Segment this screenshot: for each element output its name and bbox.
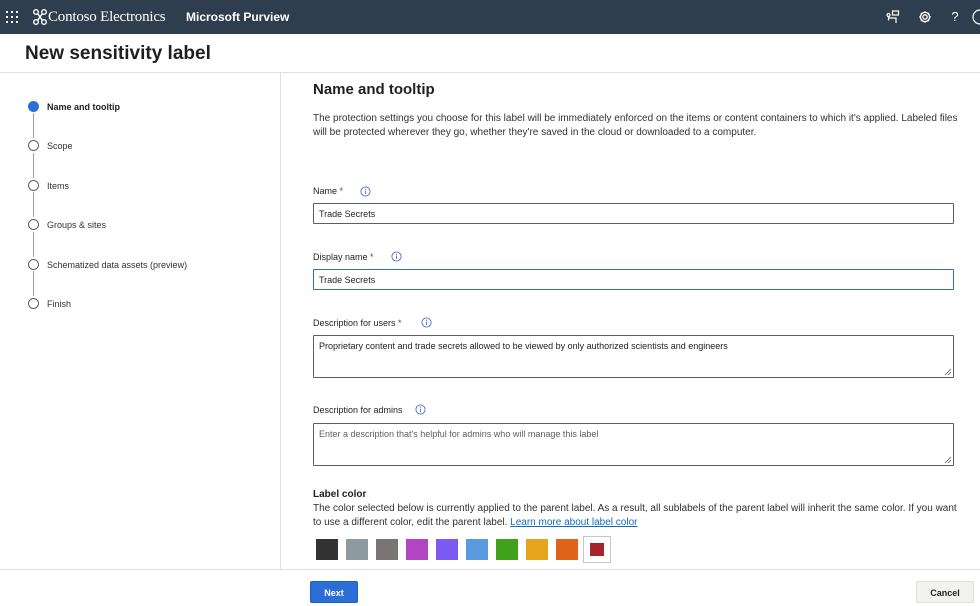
contoso-logo-icon — [33, 9, 47, 25]
name-label: Name * — [313, 186, 344, 196]
intro-text: The protection settings you choose for t… — [313, 113, 958, 138]
account-icon[interactable] — [972, 9, 980, 25]
description-for-users-field[interactable]: Proprietary content and trade secrets al… — [313, 335, 954, 378]
step-label: Scope — [47, 141, 73, 151]
color-swatch[interactable] — [436, 539, 458, 560]
waffle-icon[interactable] — [6, 11, 18, 23]
description-for-admins-label: Description for admins — [313, 405, 403, 415]
info-icon[interactable] — [391, 251, 402, 262]
step-connector — [33, 153, 34, 178]
color-swatch[interactable] — [556, 539, 578, 560]
color-swatch[interactable] — [496, 539, 518, 560]
required-marker: * — [398, 318, 402, 328]
display-name-field[interactable] — [313, 269, 954, 290]
color-swatch[interactable] — [406, 539, 428, 560]
info-icon[interactable] — [360, 186, 371, 197]
step-label: Groups & sites — [47, 220, 107, 230]
step-label: Schematized data assets (preview) — [47, 260, 188, 270]
step-label: Name and tooltip — [47, 102, 121, 112]
info-icon[interactable] — [415, 404, 426, 415]
app-name[interactable]: Microsoft Purview — [186, 10, 289, 24]
step-connector — [33, 271, 34, 296]
brand-name[interactable]: Contoso Electronics — [48, 9, 166, 26]
gear-icon[interactable] — [917, 9, 933, 25]
color-swatch[interactable] — [466, 539, 488, 560]
info-icon[interactable] — [421, 317, 432, 328]
resize-grip-icon[interactable] — [944, 368, 952, 376]
placeholder-text: Enter a description that's helpful for a… — [319, 429, 599, 439]
selected-color-fill — [590, 543, 604, 556]
description-for-admins-field[interactable]: Enter a description that's helpful for a… — [313, 423, 954, 466]
resize-grip-icon[interactable] — [944, 456, 952, 464]
display-name-label: Display name * — [313, 252, 374, 262]
step-connector — [33, 232, 34, 257]
name-field[interactable] — [313, 203, 954, 224]
required-marker: * — [370, 252, 374, 262]
color-swatch[interactable] — [316, 539, 338, 560]
next-button[interactable]: Next — [310, 581, 358, 603]
color-swatch[interactable] — [376, 539, 398, 560]
learn-more-link[interactable]: Learn more about label color — [510, 517, 637, 528]
step-label: Finish — [47, 299, 72, 309]
required-marker: * — [339, 186, 344, 196]
step-current-indicator — [28, 101, 39, 112]
step-indicator — [28, 219, 39, 230]
cancel-button[interactable]: Cancel — [916, 581, 974, 603]
step-label: Items — [47, 181, 70, 191]
footer: Next Cancel — [0, 569, 980, 606]
color-swatch[interactable] — [583, 536, 611, 563]
page-header: New sensitivity label — [0, 34, 980, 73]
step-indicator — [28, 259, 39, 270]
step-connector — [33, 113, 34, 138]
help-icon[interactable]: ? — [947, 9, 963, 25]
workflow-icon[interactable] — [885, 9, 901, 25]
step-indicator — [28, 298, 39, 309]
label-color-title: Label color — [313, 489, 367, 500]
page-title: New sensitivity label — [25, 43, 211, 64]
step-indicator — [28, 180, 39, 191]
section-title: Name and tooltip — [313, 81, 435, 98]
color-swatch[interactable] — [346, 539, 368, 560]
step-indicator — [28, 140, 39, 151]
wizard-steps: Name and tooltip Scope Items Groups & si… — [0, 73, 281, 569]
label-color-description: The color selected below is currently ap… — [313, 503, 957, 528]
step-connector — [33, 192, 34, 217]
color-swatch[interactable] — [526, 539, 548, 560]
top-bar: Contoso Electronics Microsoft Purview ? — [0, 0, 980, 34]
description-for-users-label: Description for users * — [313, 318, 402, 328]
